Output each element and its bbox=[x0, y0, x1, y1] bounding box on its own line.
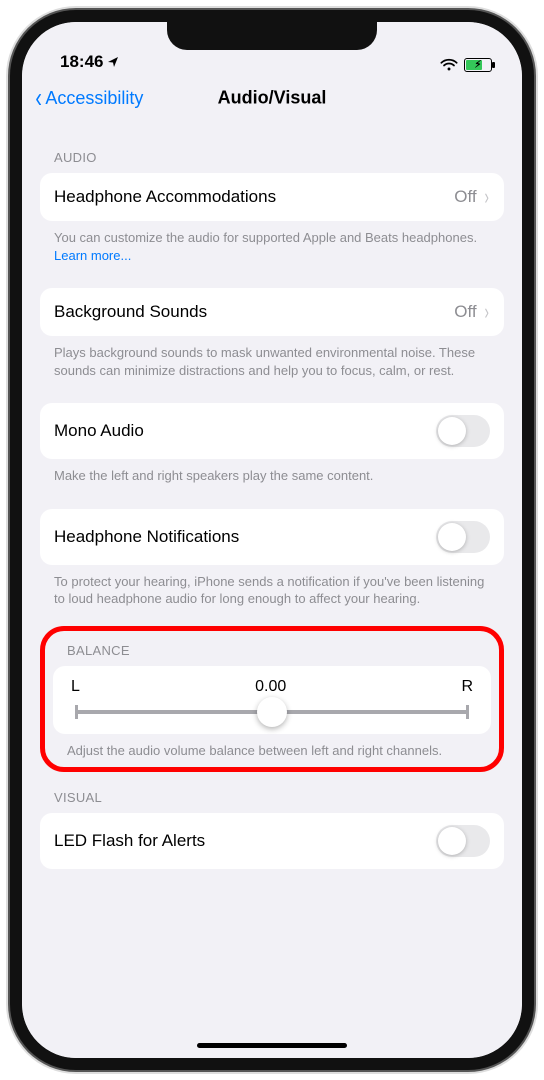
headphone-notifications-footer: To protect your hearing, iPhone sends a … bbox=[40, 565, 504, 608]
location-icon bbox=[107, 56, 119, 68]
mono-audio-toggle[interactable] bbox=[436, 415, 490, 447]
content: AUDIO Headphone Accommodations Off › You… bbox=[22, 122, 522, 869]
balance-left-label: L bbox=[71, 678, 80, 696]
home-indicator[interactable] bbox=[197, 1043, 347, 1048]
screen: 18:46 ⚡︎ bbox=[22, 22, 522, 1058]
wifi-icon bbox=[440, 58, 458, 72]
chevron-right-icon: › bbox=[484, 301, 488, 323]
row-label: LED Flash for Alerts bbox=[54, 831, 436, 851]
audio-section-header: AUDIO bbox=[40, 122, 504, 173]
balance-readout: L 0.00 R bbox=[71, 678, 473, 696]
headphone-accommodations-row[interactable]: Headphone Accommodations Off › bbox=[40, 173, 504, 221]
row-label: Background Sounds bbox=[54, 302, 454, 322]
headphone-notifications-toggle[interactable] bbox=[436, 521, 490, 553]
back-label: Accessibility bbox=[45, 88, 143, 109]
slider-tick-left bbox=[75, 705, 78, 719]
balance-section-header: BALANCE bbox=[53, 637, 491, 666]
slider-thumb[interactable] bbox=[257, 697, 287, 727]
row-label: Headphone Notifications bbox=[54, 527, 436, 547]
row-label: Mono Audio bbox=[54, 421, 436, 441]
chevron-right-icon: › bbox=[484, 186, 488, 208]
mono-audio-card: Mono Audio bbox=[40, 403, 504, 459]
headphone-accommodations-card: Headphone Accommodations Off › bbox=[40, 173, 504, 221]
led-flash-card: LED Flash for Alerts bbox=[40, 813, 504, 869]
back-button[interactable]: ‹ Accessibility bbox=[30, 84, 143, 112]
headphone-notifications-card: Headphone Notifications bbox=[40, 509, 504, 565]
mono-audio-row: Mono Audio bbox=[40, 403, 504, 459]
learn-more-link[interactable]: Learn more... bbox=[54, 248, 131, 263]
mono-audio-footer: Make the left and right speakers play th… bbox=[40, 459, 504, 485]
page-title: Audio/Visual bbox=[218, 88, 327, 109]
notch bbox=[167, 22, 377, 50]
balance-footer: Adjust the audio volume balance between … bbox=[53, 734, 491, 760]
row-value: Off bbox=[454, 302, 476, 322]
balance-slider[interactable] bbox=[75, 710, 469, 714]
led-flash-toggle[interactable] bbox=[436, 825, 490, 857]
headphone-notifications-row: Headphone Notifications bbox=[40, 509, 504, 565]
status-time: 18:46 bbox=[60, 52, 103, 72]
phone-frame: 18:46 ⚡︎ bbox=[10, 10, 534, 1070]
visual-section-header: VISUAL bbox=[40, 772, 504, 813]
chevron-left-icon: ‹ bbox=[35, 84, 42, 112]
background-sounds-card: Background Sounds Off › bbox=[40, 288, 504, 336]
headphone-accommodations-footer: You can customize the audio for supporte… bbox=[40, 221, 504, 264]
slider-tick-right bbox=[466, 705, 469, 719]
background-sounds-row[interactable]: Background Sounds Off › bbox=[40, 288, 504, 336]
balance-card: L 0.00 R bbox=[53, 666, 491, 734]
balance-value: 0.00 bbox=[80, 678, 462, 696]
balance-highlight: BALANCE L 0.00 R Adjust the audio volume… bbox=[40, 626, 504, 773]
nav-bar: ‹ Accessibility Audio/Visual bbox=[22, 74, 522, 122]
background-sounds-footer: Plays background sounds to mask unwanted… bbox=[40, 336, 504, 379]
balance-right-label: R bbox=[461, 678, 473, 696]
row-value: Off bbox=[454, 187, 476, 207]
battery-icon: ⚡︎ bbox=[464, 58, 492, 72]
led-flash-row: LED Flash for Alerts bbox=[40, 813, 504, 869]
row-label: Headphone Accommodations bbox=[54, 187, 454, 207]
